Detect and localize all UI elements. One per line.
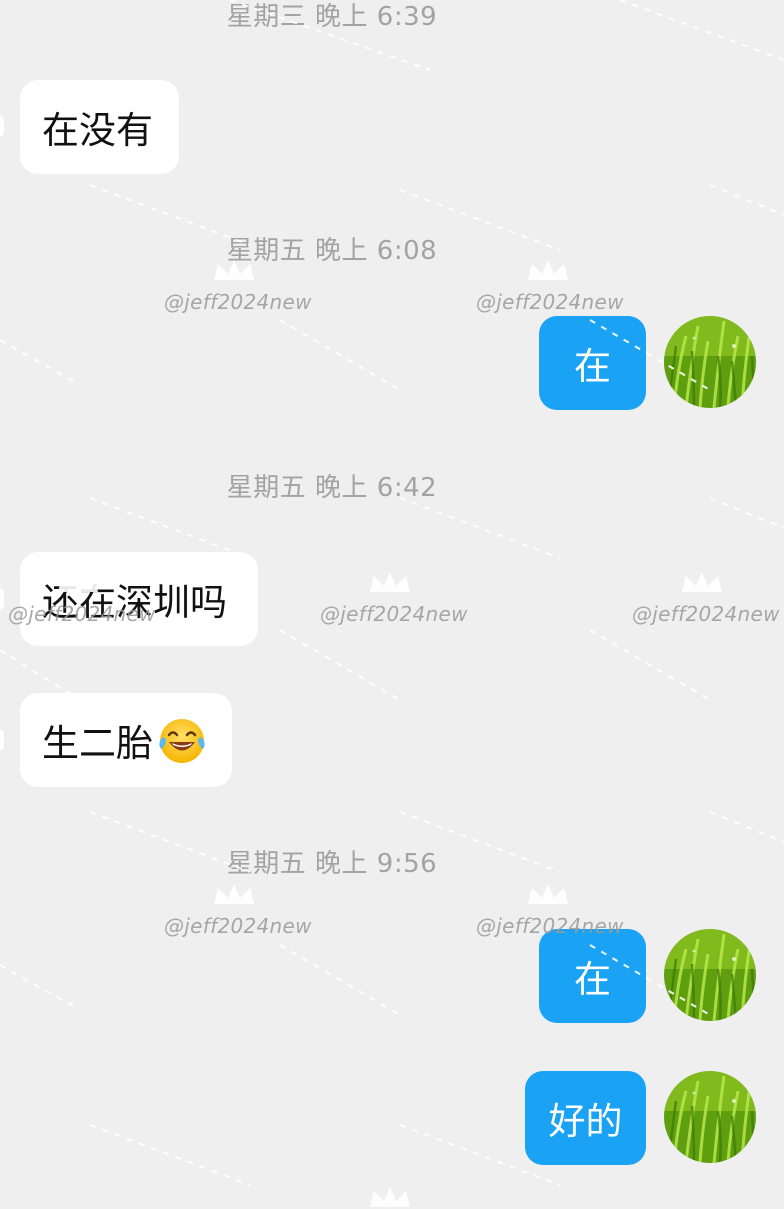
timestamp: 星期三 晚上 6:39 (226, 2, 438, 32)
message-text: 生二胎 (42, 722, 153, 765)
my-avatar[interactable] (664, 316, 756, 408)
my-avatar[interactable] (664, 929, 756, 1021)
message-text: 在 (574, 345, 611, 388)
sender-avatar-edge[interactable] (0, 588, 4, 610)
message-bubble[interactable]: 好的 (525, 1071, 646, 1165)
grass-avatar-icon (664, 929, 756, 1021)
timestamp: 星期五 晚上 9:56 (226, 849, 438, 879)
timestamp: 星期五 晚上 6:42 (226, 473, 438, 503)
message-bubble[interactable]: 在没有 (20, 80, 179, 174)
sender-avatar-edge[interactable] (0, 115, 4, 137)
chat-message-list[interactable]: 星期三 晚上 6:39 星期五 晚上 6:08 星期五 晚上 6:42 星期五 … (0, 0, 784, 1200)
tears-of-joy-emoji-icon (155, 713, 209, 767)
message-text: 在没有 (42, 109, 153, 152)
message-bubble[interactable]: 还在深圳吗 (20, 552, 258, 646)
message-bubble[interactable]: 生二胎 (20, 693, 232, 787)
grass-avatar-icon (664, 316, 756, 408)
message-text: 在 (574, 958, 611, 1001)
message-bubble[interactable]: 在 (539, 316, 646, 410)
timestamp: 星期五 晚上 6:08 (226, 236, 438, 266)
message-bubble[interactable]: 在 (539, 929, 646, 1023)
grass-avatar-icon (664, 1071, 756, 1163)
sender-avatar-edge[interactable] (0, 729, 4, 751)
message-text: 好的 (548, 1100, 623, 1143)
my-avatar[interactable] (664, 1071, 756, 1163)
message-text: 还在深圳吗 (42, 581, 227, 624)
